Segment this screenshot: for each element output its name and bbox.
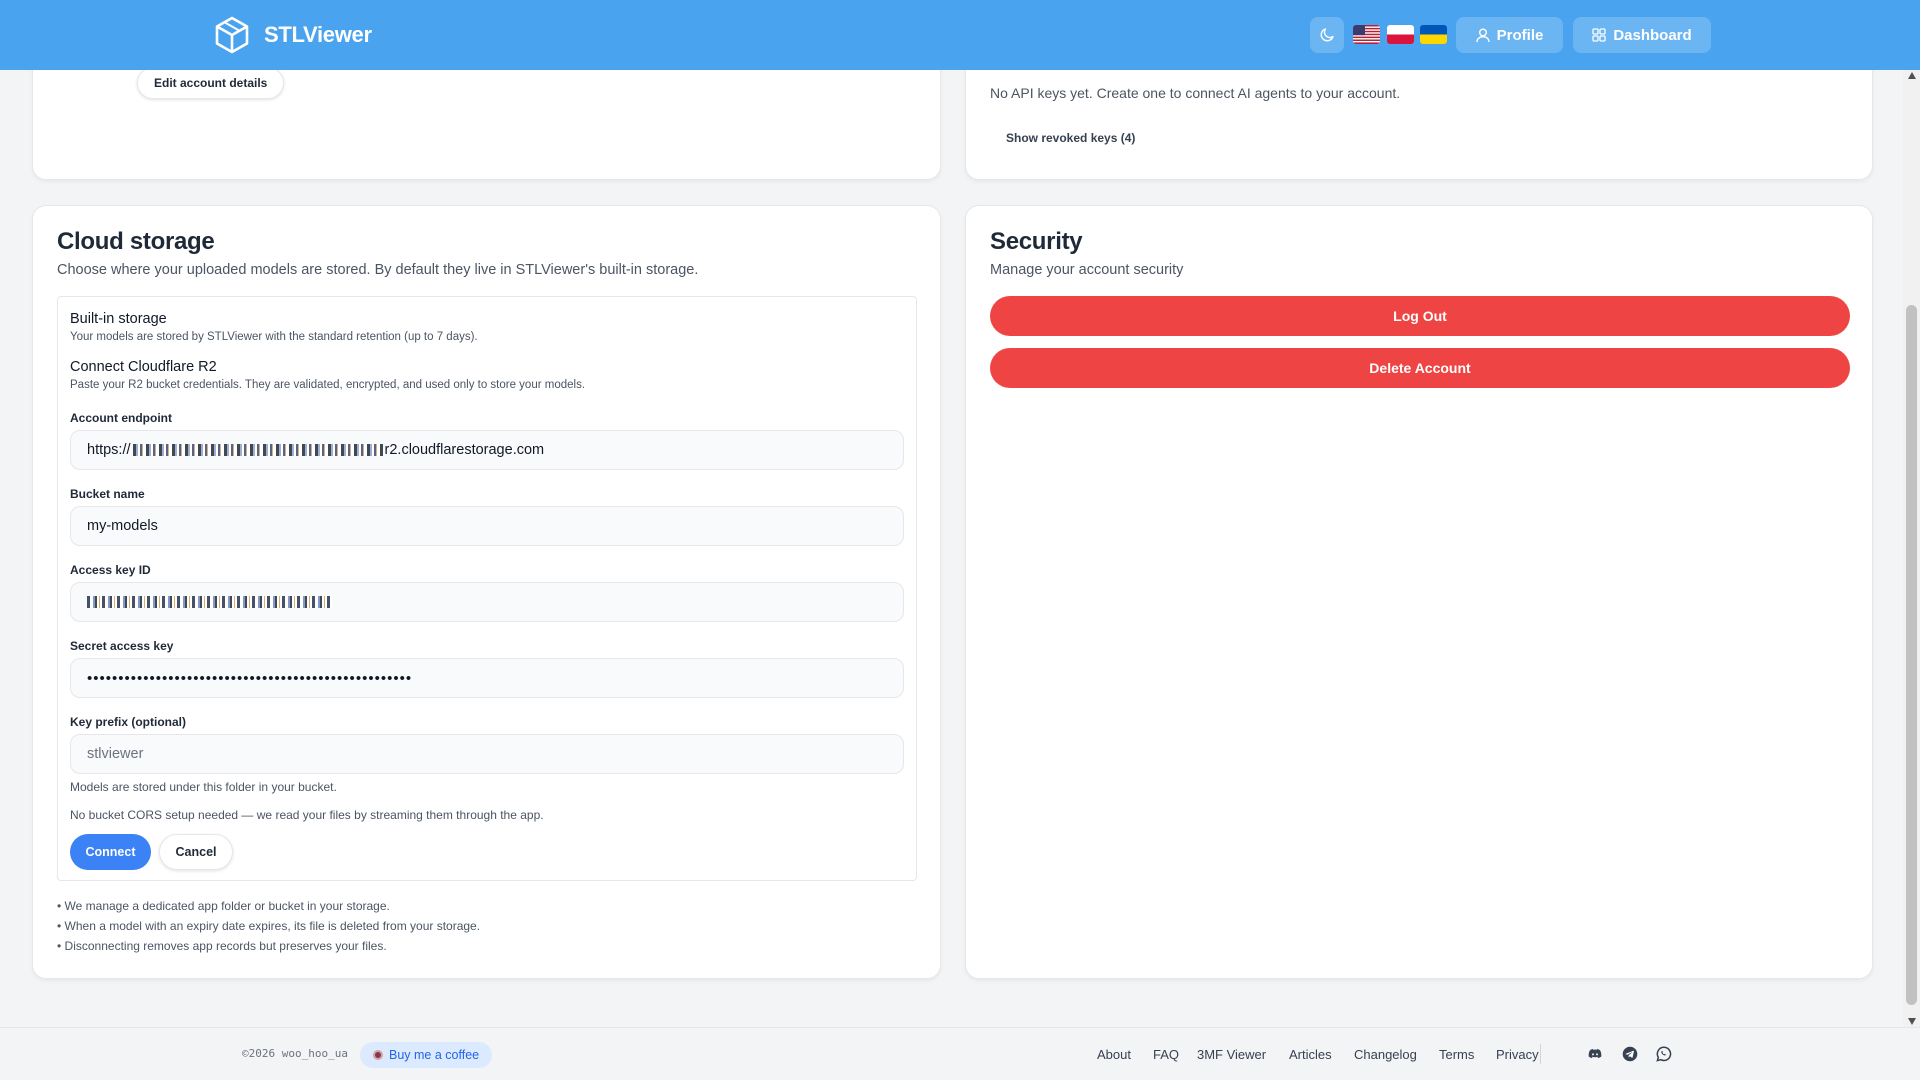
discord-icon[interactable] <box>1587 1046 1603 1062</box>
footer-divider <box>1540 1044 1541 1064</box>
footer-link-changelog[interactable]: Changelog <box>1354 1047 1417 1062</box>
whatsapp-icon[interactable] <box>1656 1046 1672 1062</box>
endpoint-label: Account endpoint <box>70 411 172 425</box>
security-subtitle: Manage your account security <box>990 262 1184 278</box>
secret-label: Secret access key <box>70 639 174 653</box>
endpoint-prefix: https:// <box>87 442 131 458</box>
top-header: STLViewer Profile Dashboard <box>0 0 1920 70</box>
bucket-label: Bucket name <box>70 487 145 501</box>
info-bullet: • When a model with an expiry date expir… <box>57 919 481 933</box>
cancel-button[interactable]: Cancel <box>159 834 233 870</box>
profile-button[interactable]: Profile <box>1456 17 1563 53</box>
copyright-text: ©2026 woo_hoo_ua <box>242 1047 348 1060</box>
connect-button[interactable]: Connect <box>70 834 151 870</box>
r2-option-desc: Paste your R2 bucket credentials. They a… <box>70 379 586 391</box>
footer-link-3mf-viewer[interactable]: 3MF Viewer <box>1197 1047 1266 1062</box>
scroll-down-arrow-icon[interactable] <box>1908 1018 1916 1025</box>
secret-input[interactable]: ••••••••••••••••••••••••••••••••••••••••… <box>70 658 904 698</box>
info-bullet: • We manage a dedicated app folder or bu… <box>57 899 390 913</box>
cloud-storage-subtitle: Choose where your uploaded models are st… <box>57 262 699 278</box>
redacted-account-id <box>132 444 383 456</box>
builtin-storage-desc: Your models are stored by STLViewer with… <box>70 331 478 343</box>
flag-us-button[interactable] <box>1353 25 1380 44</box>
builtin-storage-option[interactable]: Built-in storage <box>70 311 167 327</box>
profile-label: Profile <box>1496 26 1544 44</box>
bucket-value: my-models <box>87 518 158 534</box>
flag-ua-button[interactable] <box>1420 25 1447 44</box>
security-card: Security Manage your account security Lo… <box>965 205 1873 979</box>
user-icon <box>1475 28 1490 42</box>
bucket-input[interactable]: my-models <box>70 506 904 546</box>
show-revoked-keys-button[interactable]: Show revoked keys (4) <box>1006 131 1135 145</box>
prefix-input[interactable]: stlviewer <box>70 734 904 774</box>
theme-toggle-button[interactable] <box>1310 17 1344 53</box>
grid-icon <box>1592 28 1606 42</box>
log-out-button[interactable]: Log Out <box>990 296 1850 336</box>
cloud-storage-title: Cloud storage <box>57 228 215 255</box>
delete-account-button[interactable]: Delete Account <box>990 348 1850 388</box>
footer-link-articles[interactable]: Articles <box>1289 1047 1332 1062</box>
storage-options-box: Built-in storage Your models are stored … <box>57 296 917 881</box>
redacted-access-key <box>87 596 332 608</box>
pl-flag-icon <box>1387 25 1414 44</box>
security-title: Security <box>990 228 1083 255</box>
brand-name: STLViewer <box>264 22 372 47</box>
endpoint-suffix: r2.cloudflarestorage.com <box>384 442 545 458</box>
prefix-label: Key prefix (optional) <box>70 715 187 729</box>
footer-link-faq[interactable]: FAQ <box>1153 1047 1179 1062</box>
us-flag-icon <box>1353 25 1380 44</box>
telegram-icon[interactable] <box>1622 1046 1638 1062</box>
logo-icon <box>215 16 249 54</box>
coffee-label: Buy me a coffee <box>389 1048 480 1062</box>
cloud-storage-card: Cloud storage Choose where your uploaded… <box>32 205 941 979</box>
footer-link-about[interactable]: About <box>1097 1047 1131 1062</box>
footer-link-privacy[interactable]: Privacy <box>1496 1047 1539 1062</box>
coffee-icon <box>373 1050 383 1060</box>
dashboard-label: Dashboard <box>1613 26 1692 44</box>
moon-icon <box>1320 28 1334 42</box>
flag-pl-button[interactable] <box>1387 25 1414 44</box>
scroll-up-arrow-icon[interactable] <box>1908 72 1916 79</box>
ua-flag-icon <box>1420 25 1447 44</box>
r2-option-title: Connect Cloudflare R2 <box>70 359 217 375</box>
access-key-label: Access key ID <box>70 563 151 577</box>
secret-value: ••••••••••••••••••••••••••••••••••••••••… <box>87 669 413 687</box>
page-scrollbar[interactable] <box>1903 70 1920 1027</box>
info-bullet: • Disconnecting removes app records but … <box>57 939 387 953</box>
cors-note: No bucket CORS setup needed — we read yo… <box>70 808 544 822</box>
footer: ©2026 woo_hoo_ua Buy me a coffee About F… <box>0 1027 1920 1080</box>
prefix-placeholder: stlviewer <box>87 746 144 762</box>
access-key-input[interactable] <box>70 582 904 622</box>
buy-me-coffee-button[interactable]: Buy me a coffee <box>360 1042 493 1068</box>
api-keys-empty-text: No API keys yet. Create one to connect A… <box>990 85 1401 101</box>
endpoint-input[interactable]: https:// r2.cloudflarestorage.com <box>70 430 904 470</box>
brand-link[interactable]: STLViewer <box>214 16 372 54</box>
prefix-help-text: Models are stored under this folder in y… <box>70 780 337 794</box>
edit-account-button[interactable]: Edit account details <box>137 67 285 99</box>
footer-link-terms[interactable]: Terms <box>1439 1047 1474 1062</box>
scrollbar-thumb[interactable] <box>1906 305 1917 1005</box>
dashboard-button[interactable]: Dashboard <box>1573 17 1711 53</box>
